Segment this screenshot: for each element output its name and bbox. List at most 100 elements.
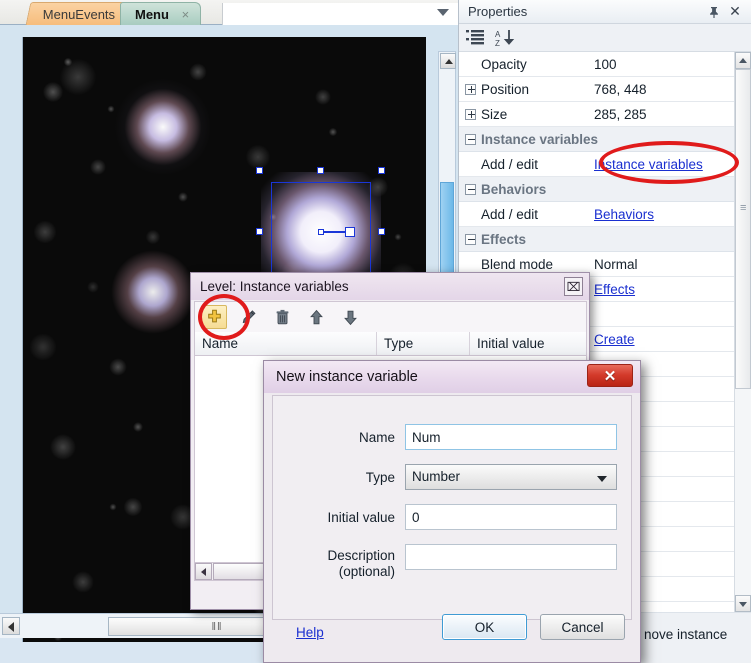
tab-bar-empty-area	[222, 3, 458, 25]
description-input[interactable]	[405, 544, 617, 570]
name-field-row: Name	[273, 424, 633, 454]
initial-value-input[interactable]	[405, 504, 617, 530]
properties-scrollbar-thumb[interactable]	[735, 69, 751, 389]
dialog-title: New instance variable	[276, 369, 418, 385]
property-value[interactable]: Normal	[594, 257, 751, 272]
initial-value-field-row: Initial value	[273, 504, 633, 534]
ok-button[interactable]: OK	[442, 614, 527, 640]
level-dialog-titlebar: Level: Instance variables	[191, 273, 589, 300]
expand-icon[interactable]	[459, 84, 481, 95]
property-row[interactable]: Behaviors	[459, 177, 751, 202]
categorized-view-icon[interactable]	[466, 29, 485, 46]
cancel-button[interactable]: Cancel	[540, 614, 625, 640]
scroll-left-arrow-icon[interactable]	[195, 563, 212, 580]
column-header-initial-value[interactable]: Initial value	[470, 332, 586, 355]
expand-icon[interactable]	[459, 109, 481, 120]
description-label-line1: Description	[273, 548, 395, 564]
properties-footer-label: nove instance	[644, 627, 727, 642]
help-link[interactable]: Help	[296, 625, 324, 640]
collapse-icon[interactable]	[459, 134, 481, 145]
property-label: Position	[481, 82, 594, 97]
property-label: Blend mode	[481, 257, 594, 272]
property-label: Behaviors	[481, 182, 751, 197]
move-up-button[interactable]	[303, 305, 329, 329]
resize-handle-middle-left[interactable]	[256, 228, 263, 235]
resize-handle-top-right[interactable]	[378, 167, 385, 174]
properties-vertical-scrollbar[interactable]	[734, 52, 751, 612]
close-icon[interactable]: ✕	[727, 3, 743, 19]
origin-point-handle[interactable]	[318, 229, 324, 235]
close-icon[interactable]: ⌧	[564, 277, 583, 296]
application-window: MenuEvents Menu ×	[0, 0, 751, 663]
collapse-icon[interactable]	[459, 234, 481, 245]
scroll-down-arrow-icon[interactable]	[735, 595, 751, 612]
type-select[interactable]: Number	[405, 464, 617, 490]
property-link[interactable]: Effects	[594, 282, 751, 297]
type-field-row: Type Number	[273, 464, 633, 494]
property-link[interactable]: Behaviors	[594, 207, 751, 222]
svg-text:A: A	[495, 30, 501, 39]
description-label-line2: (optional)	[273, 564, 395, 580]
angle-indicator-line	[321, 231, 347, 233]
svg-text:Z: Z	[495, 39, 500, 47]
variables-grid-header: Name Type Initial value	[194, 332, 587, 356]
pin-icon[interactable]	[707, 5, 721, 19]
new-variable-dialog-footer: Help OK Cancel	[272, 614, 632, 652]
selected-sprite-instance[interactable]	[271, 182, 371, 282]
initial-value-field-label: Initial value	[273, 504, 405, 532]
property-row[interactable]: Effects	[459, 227, 751, 252]
add-variable-button[interactable]	[201, 305, 227, 329]
level-dialog-toolbar	[194, 301, 587, 332]
edit-variable-button[interactable]	[235, 305, 261, 329]
resize-handle-middle-right[interactable]	[378, 228, 385, 235]
tab-menuevents-label: MenuEvents	[43, 7, 115, 22]
new-instance-variable-dialog[interactable]: New instance variable ✕ Name Type Number…	[263, 360, 641, 663]
chevron-down-icon[interactable]	[437, 9, 449, 16]
property-row[interactable]: Add / editBehaviors	[459, 202, 751, 227]
scroll-up-arrow-icon[interactable]	[735, 52, 751, 69]
angle-rotate-handle[interactable]	[345, 227, 355, 237]
type-select-value: Number	[412, 469, 460, 484]
name-input[interactable]	[405, 424, 617, 450]
collapse-icon[interactable]	[459, 184, 481, 195]
close-icon[interactable]: ×	[179, 8, 192, 21]
property-row[interactable]: Opacity100	[459, 52, 751, 77]
resize-handle-top-center[interactable]	[317, 167, 324, 174]
description-field-label: Description (optional)	[273, 544, 405, 580]
property-row[interactable]: Instance variables	[459, 127, 751, 152]
scroll-left-arrow-icon[interactable]	[2, 617, 20, 635]
new-variable-dialog-titlebar: New instance variable	[264, 361, 640, 393]
column-header-type[interactable]: Type	[377, 332, 470, 355]
properties-header: Properties ✕	[459, 0, 751, 24]
tab-menu-label: Menu	[135, 7, 169, 22]
property-value[interactable]: 768, 448	[594, 82, 751, 97]
property-label: Size	[481, 107, 594, 122]
resize-handle-top-left[interactable]	[256, 167, 263, 174]
alphabetical-sort-icon[interactable]: A Z	[495, 29, 515, 47]
level-dialog-title: Level: Instance variables	[200, 279, 349, 294]
property-label: Instance variables	[481, 132, 751, 147]
page-title: Properties	[468, 4, 527, 19]
type-field-label: Type	[273, 464, 405, 492]
property-row[interactable]: Size285, 285	[459, 102, 751, 127]
delete-variable-button[interactable]	[269, 305, 295, 329]
column-header-name[interactable]: Name	[195, 332, 377, 355]
tab-menuevents[interactable]: MenuEvents	[26, 2, 133, 25]
description-field-row: Description (optional)	[273, 544, 633, 574]
tab-menu[interactable]: Menu ×	[120, 2, 201, 25]
property-link[interactable]: Create	[594, 332, 751, 347]
property-link[interactable]: Instance variables	[594, 157, 751, 172]
property-row[interactable]: Position768, 448	[459, 77, 751, 102]
move-down-button[interactable]	[337, 305, 363, 329]
new-variable-dialog-body: Name Type Number Initial value Descripti…	[272, 395, 632, 620]
close-button[interactable]: ✕	[587, 364, 633, 387]
name-field-label: Name	[273, 424, 405, 452]
property-label: Effects	[481, 232, 751, 247]
property-value[interactable]: 100	[594, 57, 751, 72]
property-label: Add / edit	[481, 207, 594, 222]
property-value[interactable]: 285, 285	[594, 107, 751, 122]
property-row[interactable]: Add / editInstance variables	[459, 152, 751, 177]
property-label: Opacity	[481, 57, 594, 72]
chevron-down-icon	[597, 476, 607, 482]
scroll-up-arrow-icon[interactable]	[440, 53, 456, 69]
